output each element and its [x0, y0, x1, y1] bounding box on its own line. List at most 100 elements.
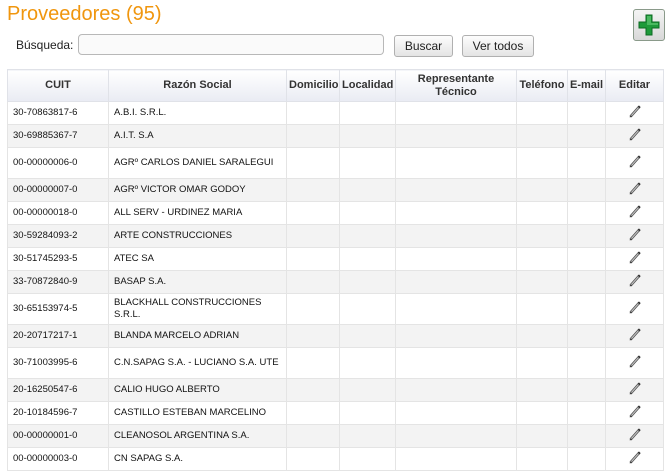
- localidad-cell: [339, 124, 396, 148]
- table-row: 30-59284093-2 ARTE CONSTRUCCIONES: [7, 224, 664, 248]
- domicilio-cell: [286, 124, 340, 148]
- domicilio-cell: [286, 270, 340, 294]
- col-header-razon-social[interactable]: Razón Social: [108, 69, 287, 102]
- domicilio-cell: [286, 147, 340, 179]
- col-header-email[interactable]: E-mail: [567, 69, 606, 102]
- cuit-cell: 20-10184596-7: [7, 401, 109, 425]
- table-row: 30-70863817-6 A.B.I. S.R.L.: [7, 101, 664, 125]
- edit-cell: [605, 424, 664, 448]
- pencil-icon[interactable]: [628, 354, 642, 373]
- telefono-cell: [516, 224, 568, 248]
- table-row: 30-65153974-5 BLACKHALL CONSTRUCCIONES S.…: [7, 293, 664, 325]
- col-header-domicilio[interactable]: Domicilio: [286, 69, 340, 102]
- razon-social-cell: CN SAPAG S.A.: [108, 447, 287, 471]
- representante-cell: [395, 270, 517, 294]
- representante-cell: [395, 178, 517, 202]
- email-cell: [567, 270, 606, 294]
- telefono-cell: [516, 178, 568, 202]
- col-header-representante[interactable]: Representante Técnico: [395, 69, 517, 102]
- table-row: 00-00000003-0 CN SAPAG S.A.: [7, 447, 664, 471]
- razon-social-cell: CALIO HUGO ALBERTO: [108, 378, 287, 402]
- pencil-icon[interactable]: [628, 250, 642, 269]
- cuit-cell: 30-59284093-2: [7, 224, 109, 248]
- representante-cell: [395, 324, 517, 348]
- localidad-cell: [339, 224, 396, 248]
- cuit-cell: 30-71003995-6: [7, 347, 109, 379]
- edit-cell: [605, 347, 664, 379]
- table-row: 00-00000006-0 AGRº CARLOS DANIEL SARALEGU…: [7, 147, 664, 179]
- search-label: Búsqueda:: [16, 38, 74, 52]
- localidad-cell: [339, 147, 396, 179]
- pencil-icon[interactable]: [628, 381, 642, 400]
- pencil-icon[interactable]: [628, 181, 642, 200]
- col-header-telefono[interactable]: Teléfono: [516, 69, 568, 102]
- localidad-cell: [339, 101, 396, 125]
- representante-cell: [395, 247, 517, 271]
- pencil-icon[interactable]: [628, 227, 642, 246]
- razon-social-cell: ATEC SA: [108, 247, 287, 271]
- domicilio-cell: [286, 424, 340, 448]
- razon-social-cell: ARTE CONSTRUCCIONES: [108, 224, 287, 248]
- table-row: 20-10184596-7 CASTILLO ESTEBAN MARCELINO: [7, 401, 664, 425]
- search-input[interactable]: [78, 34, 384, 55]
- telefono-cell: [516, 124, 568, 148]
- localidad-cell: [339, 401, 396, 425]
- representante-cell: [395, 401, 517, 425]
- pencil-icon[interactable]: [628, 404, 642, 423]
- col-header-localidad[interactable]: Localidad: [339, 69, 396, 102]
- representante-cell: [395, 378, 517, 402]
- pencil-icon[interactable]: [628, 300, 642, 319]
- add-provider-button[interactable]: [633, 9, 665, 41]
- email-cell: [567, 124, 606, 148]
- edit-cell: [605, 178, 664, 202]
- email-cell: [567, 293, 606, 325]
- view-all-button[interactable]: Ver todos: [462, 35, 534, 57]
- pencil-icon[interactable]: [628, 104, 642, 123]
- domicilio-cell: [286, 201, 340, 225]
- razon-social-cell: A.B.I. S.R.L.: [108, 101, 287, 125]
- razon-social-cell: BASAP S.A.: [108, 270, 287, 294]
- pencil-icon[interactable]: [628, 154, 642, 173]
- domicilio-cell: [286, 247, 340, 271]
- edit-cell: [605, 270, 664, 294]
- telefono-cell: [516, 401, 568, 425]
- pencil-icon[interactable]: [628, 273, 642, 292]
- localidad-cell: [339, 447, 396, 471]
- plus-icon: [638, 14, 660, 36]
- cuit-cell: 00-00000007-0: [7, 178, 109, 202]
- razon-social-cell: BLANDA MARCELO ADRIAN: [108, 324, 287, 348]
- pencil-icon[interactable]: [628, 450, 642, 469]
- edit-cell: [605, 224, 664, 248]
- email-cell: [567, 378, 606, 402]
- telefono-cell: [516, 424, 568, 448]
- localidad-cell: [339, 293, 396, 325]
- localidad-cell: [339, 270, 396, 294]
- pencil-icon[interactable]: [628, 127, 642, 146]
- email-cell: [567, 147, 606, 179]
- pencil-icon[interactable]: [628, 204, 642, 223]
- table-header-row: CUIT Razón Social Domicilio Localidad Re…: [7, 69, 664, 102]
- search-button[interactable]: Buscar: [394, 35, 453, 57]
- representante-cell: [395, 201, 517, 225]
- table-row: 30-69885367-7 A.I.T. S.A: [7, 124, 664, 148]
- edit-cell: [605, 378, 664, 402]
- localidad-cell: [339, 178, 396, 202]
- telefono-cell: [516, 147, 568, 179]
- pencil-icon[interactable]: [628, 327, 642, 346]
- telefono-cell: [516, 293, 568, 325]
- pencil-icon[interactable]: [628, 427, 642, 446]
- representante-cell: [395, 447, 517, 471]
- cuit-cell: 33-70872840-9: [7, 270, 109, 294]
- email-cell: [567, 224, 606, 248]
- col-header-cuit[interactable]: CUIT: [7, 69, 109, 102]
- domicilio-cell: [286, 378, 340, 402]
- table-row: 00-00000007-0 AGRº VICTOR OMAR GODOY: [7, 178, 664, 202]
- representante-cell: [395, 101, 517, 125]
- edit-cell: [605, 324, 664, 348]
- razon-social-cell: AGRº CARLOS DANIEL SARALEGUI: [108, 147, 287, 179]
- cuit-cell: 30-69885367-7: [7, 124, 109, 148]
- table-row: 20-20717217-1 BLANDA MARCELO ADRIAN: [7, 324, 664, 348]
- cuit-cell: 30-51745293-5: [7, 247, 109, 271]
- telefono-cell: [516, 347, 568, 379]
- table-row: 00-00000018-0 ALL SERV - URDINEZ MARIA: [7, 201, 664, 225]
